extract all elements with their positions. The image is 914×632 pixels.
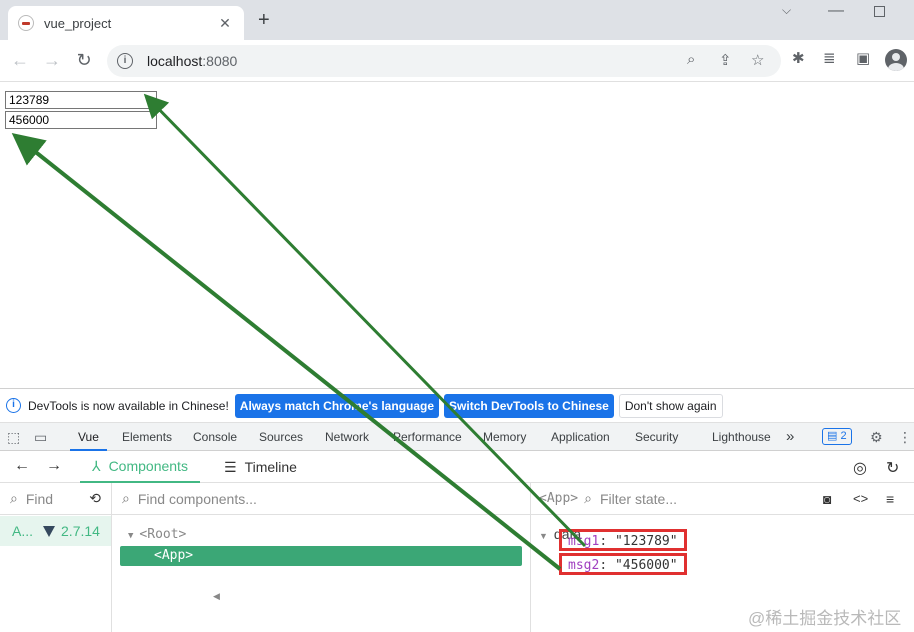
tab-sources[interactable]: Sources <box>259 423 303 451</box>
minimize-icon[interactable]: — <box>828 2 844 20</box>
site-info-icon[interactable]: i <box>117 53 133 69</box>
maximize-icon[interactable] <box>874 6 885 17</box>
component-search-input[interactable]: Find components... <box>138 491 257 507</box>
language-infobar: i DevTools is now available in Chinese! … <box>0 389 914 423</box>
timeline-icon: ☰ <box>224 459 237 475</box>
vue-back-icon[interactable]: ← <box>14 457 30 475</box>
app-find-input[interactable]: Find <box>26 491 53 507</box>
tab-memory[interactable]: Memory <box>483 423 526 451</box>
match-language-button[interactable]: Always match Chrome's language <box>234 393 440 418</box>
scroll-to-component-icon[interactable]: ◙ <box>823 491 831 507</box>
search-icon: ⌕ <box>122 490 130 506</box>
vue-devtools-header: ← → ⅄ Components ☰ Timeline ◎ ↻ <box>0 451 914 483</box>
infobar-message: DevTools is now available in Chinese! <box>28 398 229 413</box>
address-bar[interactable]: i localhost:8080 ⌕ ⇪ ☆ <box>107 45 781 77</box>
expand-caret-icon[interactable]: ▼ <box>539 531 548 541</box>
tab-network[interactable]: Network <box>325 423 369 451</box>
tab-elements[interactable]: Elements <box>122 423 172 451</box>
url-text[interactable]: localhost:8080 <box>147 53 237 69</box>
tab-lighthouse[interactable]: Lighthouse <box>712 423 771 451</box>
refresh-icon[interactable]: ↻ <box>886 458 899 478</box>
state-prop-msg1[interactable]: msg1: "123789" <box>559 529 687 551</box>
device-toolbar-icon[interactable]: ▭ <box>34 429 47 446</box>
state-filter-input[interactable]: Filter state... <box>600 491 677 507</box>
inspect-dom-icon[interactable]: <> <box>853 491 868 506</box>
tree-node-app[interactable]: <App> <box>120 546 522 566</box>
tab-console[interactable]: Console <box>193 423 237 451</box>
site-favicon-icon <box>18 15 34 31</box>
components-tree-icon: ⅄ <box>92 458 101 474</box>
app-list-item[interactable]: A... 2.7.14 <box>0 516 111 546</box>
expand-caret-icon[interactable]: ▼ <box>128 531 133 541</box>
dont-show-again-button[interactable]: Don't show again <box>618 393 723 418</box>
tree-node-root[interactable]: ▼ <Root> <box>128 527 186 542</box>
state-prop-msg2[interactable]: msg2: "456000" <box>559 553 687 575</box>
app-search-row: ⌕ Find ⟲ <box>0 483 111 515</box>
more-menu-icon[interactable]: ≡ <box>886 491 894 507</box>
browser-toolbar: ← → ↻ i localhost:8080 ⌕ ⇪ ☆ ✱ ≣ ▣ <box>0 40 914 82</box>
state-search-row: <App> ⌕ Filter state... ◙ <> ≡ <box>531 483 914 515</box>
watermark: @稀土掘金技术社区 <box>748 609 902 628</box>
tab-components[interactable]: ⅄ Components <box>80 451 200 483</box>
msg1-input[interactable] <box>5 91 157 109</box>
tab-close-icon[interactable]: ✕ <box>216 15 234 32</box>
reload-icon[interactable]: ↻ <box>72 48 96 72</box>
devtools-tab-bar: ⬚ ▭ Vue Elements Console Sources Network… <box>0 423 914 451</box>
forward-arrow-icon[interactable]: → <box>40 48 64 72</box>
media-queue-icon[interactable]: ≣ <box>823 49 836 67</box>
msg2-input[interactable] <box>5 111 157 129</box>
search-icon: ⌕ <box>584 490 592 506</box>
info-icon: i <box>6 398 21 413</box>
issues-badge[interactable]: ▤ 2 <box>822 428 852 445</box>
vue-forward-icon[interactable]: → <box>46 457 62 475</box>
browser-tab[interactable]: vue_project ✕ <box>8 6 244 40</box>
apps-pane: ⌕ Find ⟲ A... 2.7.14 <box>0 483 112 632</box>
back-arrow-icon[interactable]: ← <box>8 48 32 72</box>
zoom-icon[interactable]: ⌕ <box>687 51 695 68</box>
pane-collapse-icon[interactable]: ◀ <box>213 591 220 602</box>
selected-component-name: <App> <box>539 491 579 506</box>
devtools-panel: i DevTools is now available in Chinese! … <box>0 388 914 632</box>
tab-title: vue_project <box>44 15 112 31</box>
profile-avatar-icon[interactable] <box>885 49 907 71</box>
component-search-row: ⌕ Find components... <box>112 483 530 515</box>
share-icon[interactable]: ⇪ <box>719 51 732 69</box>
tab-application[interactable]: Application <box>551 423 610 451</box>
tab-timeline[interactable]: ☰ Timeline <box>224 451 297 483</box>
vue-logo-icon <box>43 525 56 537</box>
search-icon: ⌕ <box>10 490 18 506</box>
extensions-puzzle-icon[interactable]: ✱ <box>792 49 805 67</box>
tab-security[interactable]: Security <box>635 423 678 451</box>
switch-chinese-button[interactable]: Switch DevTools to Chinese <box>444 393 614 418</box>
tab-search-chevron-icon[interactable]: ⌵ <box>782 3 791 18</box>
select-component-target-icon[interactable]: ◎ <box>853 458 867 478</box>
tab-strip: vue_project ✕ + ⌵ — <box>0 0 914 40</box>
tab-vue[interactable]: Vue <box>70 423 107 451</box>
reload-apps-icon[interactable]: ⟲ <box>89 490 101 507</box>
new-tab-button[interactable]: + <box>258 9 270 32</box>
bookmark-star-icon[interactable]: ☆ <box>751 51 764 69</box>
more-tabs-icon[interactable]: » <box>786 423 794 451</box>
side-panel-icon[interactable]: ▣ <box>856 49 870 67</box>
tab-performance[interactable]: Performance <box>393 423 462 451</box>
more-options-icon[interactable]: ⋮ <box>898 429 912 446</box>
settings-gear-icon[interactable]: ⚙ <box>870 429 883 446</box>
inspect-element-icon[interactable]: ⬚ <box>7 429 20 446</box>
component-tree-pane: ⌕ Find components... ▼ <Root> <App> ◀ <box>112 483 531 632</box>
